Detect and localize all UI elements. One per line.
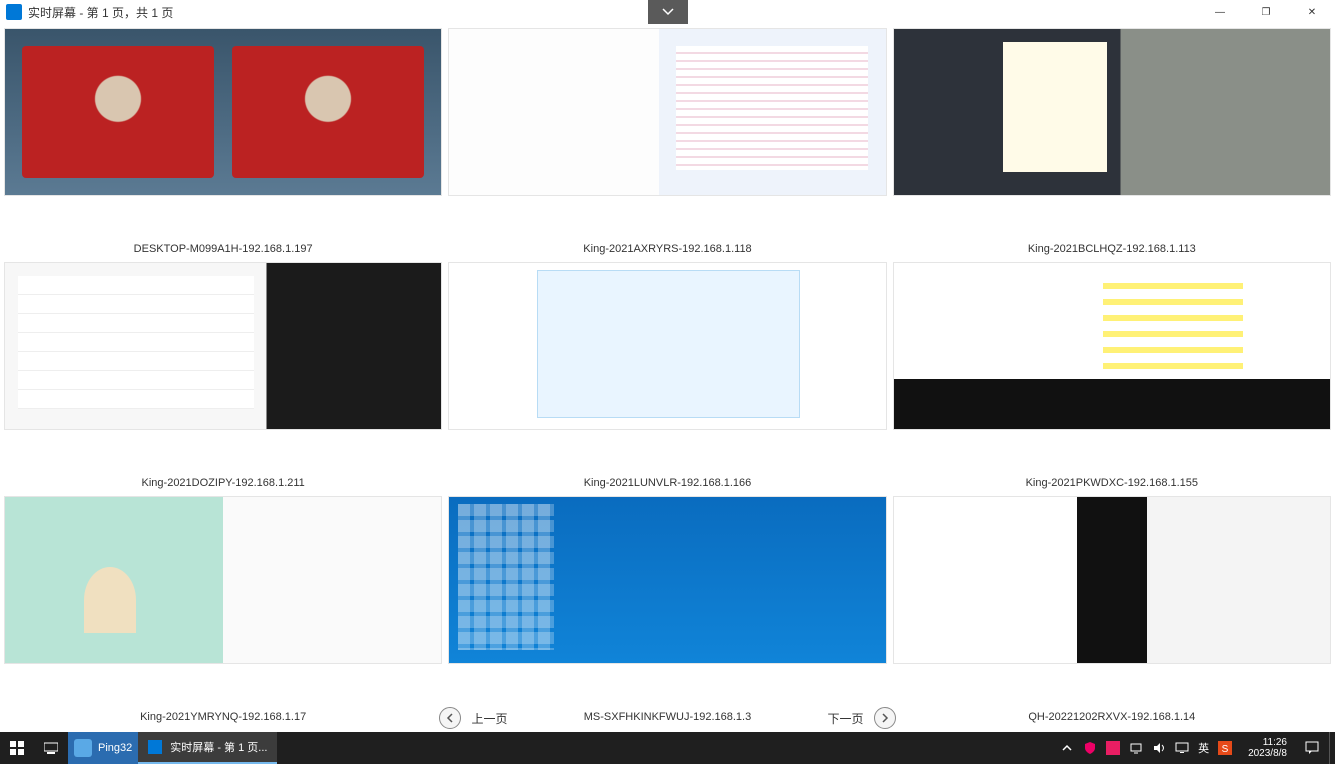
screen-cell: King-2021DOZIPY-192.168.1.211: [4, 262, 442, 492]
screen-thumbnail[interactable]: [448, 496, 886, 664]
screen-cell: QH-20221202RXVX-192.168.1.14: [893, 496, 1331, 726]
screen-thumbnail[interactable]: [893, 496, 1331, 664]
titlebar: 实时屏幕 - 第 1 页，共 1 页 — ❐ ✕: [0, 0, 1335, 24]
next-page-label: 下一页: [828, 710, 864, 727]
taskbar-time: 11:26: [1248, 737, 1287, 749]
taskbar-app-ping32[interactable]: Ping32: [68, 732, 138, 764]
screen-thumbnail[interactable]: [893, 28, 1331, 196]
taskbar-date: 2023/8/8: [1248, 748, 1287, 760]
realtime-screen-icon: [148, 740, 162, 754]
tray-volume-icon[interactable]: [1152, 741, 1166, 755]
screen-thumbnail[interactable]: [893, 262, 1331, 430]
window-controls: — ❐ ✕: [1197, 0, 1335, 24]
tray-shield-icon[interactable]: [1083, 741, 1097, 755]
close-button[interactable]: ✕: [1289, 0, 1335, 24]
screen-thumbnail[interactable]: [448, 28, 886, 196]
screen-thumbnail[interactable]: [448, 262, 886, 430]
screen-thumbnail[interactable]: [4, 262, 442, 430]
taskbar: Ping32 实时屏幕 - 第 1 页... 英 S 11:26 2023/8/…: [0, 732, 1335, 764]
screen-cell: MS-SXFHKINKFWUJ-192.168.1.3: [448, 496, 886, 726]
taskbar-app-label: 实时屏幕 - 第 1 页...: [170, 739, 267, 755]
screen-label: King-2021PKWDXC-192.168.1.155: [1026, 477, 1198, 489]
tray-ime-indicator[interactable]: 英: [1198, 740, 1209, 756]
window-title: 实时屏幕 - 第 1 页，共 1 页: [28, 4, 173, 21]
start-button[interactable]: [0, 732, 34, 764]
pager: 上一页 下一页: [0, 706, 1335, 730]
prev-page-button[interactable]: 上一页: [439, 707, 507, 729]
screen-label: King-2021AXRYRS-192.168.1.118: [583, 243, 751, 255]
system-tray: 英 S: [1052, 740, 1240, 756]
screen-label: DESKTOP-M099A1H-192.168.1.197: [134, 243, 313, 255]
app-icon: [6, 4, 22, 20]
screen-label: King-2021DOZIPY-192.168.1.211: [142, 477, 305, 489]
tray-app-icon[interactable]: [1106, 741, 1120, 755]
task-view-button[interactable]: [34, 732, 68, 764]
screen-thumbnail[interactable]: [4, 28, 442, 196]
tray-sogou-icon[interactable]: S: [1218, 741, 1232, 755]
maximize-button[interactable]: ❐: [1243, 0, 1289, 24]
screen-cell: King-2021PKWDXC-192.168.1.155: [893, 262, 1331, 492]
screen-cell: DESKTOP-M099A1H-192.168.1.197: [4, 28, 442, 258]
screen-cell: King-2021AXRYRS-192.168.1.118: [448, 28, 886, 258]
next-page-button[interactable]: 下一页: [828, 707, 896, 729]
taskbar-app-realtime-screen[interactable]: 实时屏幕 - 第 1 页...: [138, 732, 277, 764]
screen-cell: King-2021BCLHQZ-192.168.1.113: [893, 28, 1331, 258]
svg-text:S: S: [1222, 744, 1229, 755]
screen-cell: King-2021YMRYNQ-192.168.1.17: [4, 496, 442, 726]
notifications-icon: [1305, 741, 1319, 755]
screen-cell: King-2021LUNVLR-192.168.1.166: [448, 262, 886, 492]
tray-network-icon[interactable]: [1129, 741, 1143, 755]
tray-chevron-up-icon[interactable]: [1060, 741, 1074, 755]
taskbar-app-label: Ping32: [98, 742, 132, 754]
screen-label: King-2021BCLHQZ-192.168.1.113: [1028, 243, 1196, 255]
show-desktop-button[interactable]: [1329, 732, 1335, 764]
chevron-down-icon: [662, 6, 674, 18]
dropdown-tab[interactable]: [648, 0, 688, 24]
screens-grid: DESKTOP-M099A1H-192.168.1.197 King-2021A…: [0, 24, 1335, 730]
screen-label: King-2021LUNVLR-192.168.1.166: [584, 477, 752, 489]
minimize-button[interactable]: —: [1197, 0, 1243, 24]
task-view-icon: [44, 741, 58, 755]
arrow-right-icon: [874, 707, 896, 729]
ping32-icon: [74, 739, 92, 757]
screen-thumbnail[interactable]: [4, 496, 442, 664]
taskbar-clock[interactable]: 11:26 2023/8/8: [1240, 737, 1295, 760]
arrow-left-icon: [439, 707, 461, 729]
prev-page-label: 上一页: [471, 710, 507, 727]
notifications-button[interactable]: [1295, 732, 1329, 764]
windows-icon: [10, 741, 24, 755]
tray-display-icon[interactable]: [1175, 741, 1189, 755]
